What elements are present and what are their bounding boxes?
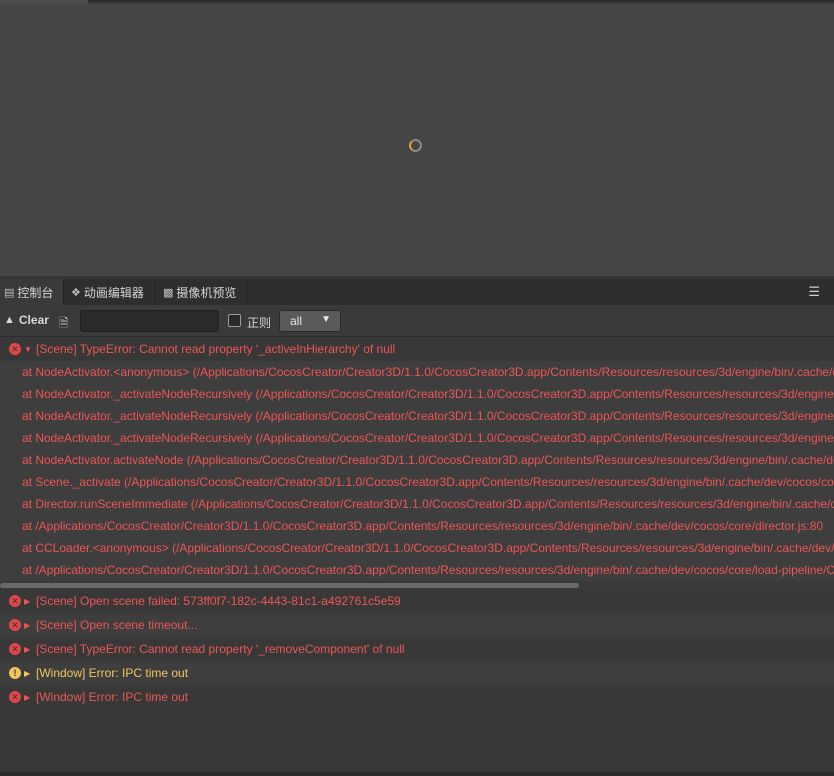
log-level-value: all bbox=[290, 314, 303, 328]
log-message: [Window] Error: IPC time out bbox=[36, 690, 189, 704]
stack-line: at Director.runSceneImmediate (/Applicat… bbox=[22, 497, 834, 511]
search-input[interactable] bbox=[80, 310, 219, 332]
error-icon: ✕ bbox=[9, 343, 21, 355]
error-icon: ✕ bbox=[9, 619, 21, 631]
bottom-status-bar bbox=[0, 772, 834, 776]
clear-button[interactable]: ▲ Clear bbox=[4, 313, 49, 327]
log-message: [Scene] TypeError: Cannot read property … bbox=[36, 642, 405, 656]
caret-right-icon[interactable]: ▶ bbox=[24, 645, 34, 654]
stack-line: at CCLoader.<anonymous> (/Applications/C… bbox=[22, 541, 834, 555]
terminal-icon: ▤ bbox=[4, 286, 15, 299]
error-icon: ✕ bbox=[9, 691, 21, 703]
error-icon: ✕ bbox=[9, 643, 21, 655]
caret-right-icon[interactable]: ▶ bbox=[24, 597, 34, 606]
log-message: [Scene] Open scene timeout... bbox=[36, 618, 198, 632]
regex-checkbox[interactable] bbox=[228, 314, 241, 327]
top-divider bbox=[88, 0, 834, 2]
camera-icon: ▩ bbox=[163, 286, 174, 299]
log-entry-header[interactable]: ✕ ▶ [Window] Error: IPC time out bbox=[0, 685, 834, 709]
stack-line: at /Applications/CocosCreator/Creator3D/… bbox=[22, 563, 834, 577]
console-log[interactable]: ✕ ▼ [Scene] TypeError: Cannot read prope… bbox=[0, 337, 834, 772]
caret-right-icon[interactable]: ▶ bbox=[24, 669, 34, 678]
open-log-file-icon[interactable]: 🗎 bbox=[59, 314, 69, 335]
caret-down-icon[interactable]: ▼ bbox=[24, 345, 34, 354]
log-entry-header[interactable]: ! ▶ [Window] Error: IPC time out bbox=[0, 661, 834, 685]
console-toolbar: ▲ Clear 🗎 正则 all ▼ bbox=[0, 305, 834, 337]
error-icon: ✕ bbox=[9, 595, 21, 607]
tab-animation-editor[interactable]: ❖ 动画编辑器 bbox=[64, 279, 156, 305]
chevron-down-icon: ▼ bbox=[321, 314, 331, 325]
log-message: [Scene] TypeError: Cannot read property … bbox=[36, 342, 396, 356]
stack-line: at NodeActivator.activateNode (/Applicat… bbox=[22, 453, 834, 467]
stack-trace: at NodeActivator.<anonymous> (/Applicati… bbox=[0, 361, 834, 581]
log-message: [Window] Error: IPC time out bbox=[36, 666, 189, 680]
scrollbar-thumb[interactable] bbox=[0, 583, 579, 588]
warning-icon: ! bbox=[9, 667, 21, 679]
tab-console[interactable]: ▤ 控制台 bbox=[0, 279, 64, 305]
stack-line: at NodeActivator._activateNodeRecursivel… bbox=[22, 431, 834, 445]
stack-line: at /Applications/CocosCreator/Creator3D/… bbox=[22, 519, 824, 533]
panel-tabbar: ▤ 控制台 ❖ 动画编辑器 ▩ 摄像机预览 ☰ bbox=[0, 279, 834, 305]
caret-right-icon[interactable]: ▶ bbox=[24, 621, 34, 630]
clear-button-label: Clear bbox=[18, 313, 49, 327]
stack-line: at NodeActivator._activateNodeRecursivel… bbox=[22, 409, 834, 423]
regex-label: 正则 bbox=[247, 316, 272, 330]
animation-icon: ❖ bbox=[71, 286, 81, 299]
log-level-select[interactable]: all ▼ bbox=[279, 310, 341, 332]
tab-console-label: 控制台 bbox=[17, 285, 54, 300]
stack-line: at Scene._activate (/Applications/CocosC… bbox=[22, 475, 834, 489]
stack-line: at NodeActivator.<anonymous> (/Applicati… bbox=[22, 365, 834, 379]
tab-camera-preview[interactable]: ▩ 摄像机预览 bbox=[156, 279, 247, 305]
tab-camera-preview-label: 摄像机预览 bbox=[176, 285, 237, 300]
tab-animation-editor-label: 动画编辑器 bbox=[83, 285, 144, 300]
log-entry-header[interactable]: ✕ ▶ [Scene] Open scene timeout... bbox=[0, 613, 834, 637]
panel-menu-icon[interactable]: ☰ bbox=[808, 284, 820, 300]
log-message: [Scene] Open scene failed: 573ff0f7-182c… bbox=[36, 594, 401, 608]
stack-line: at NodeActivator._activateNodeRecursivel… bbox=[22, 387, 834, 401]
scene-view[interactable] bbox=[0, 4, 834, 276]
caret-right-icon[interactable]: ▶ bbox=[24, 693, 34, 702]
broom-icon: ▲ bbox=[4, 314, 15, 326]
log-entry-header[interactable]: ✕ ▼ [Scene] TypeError: Cannot read prope… bbox=[0, 337, 834, 361]
log-entry-header[interactable]: ✕ ▶ [Scene] TypeError: Cannot read prope… bbox=[0, 637, 834, 661]
loading-spinner-icon bbox=[409, 139, 422, 152]
log-entry-header[interactable]: ✕ ▶ [Scene] Open scene failed: 573ff0f7-… bbox=[0, 589, 834, 613]
horizontal-scrollbar[interactable] bbox=[0, 581, 834, 589]
